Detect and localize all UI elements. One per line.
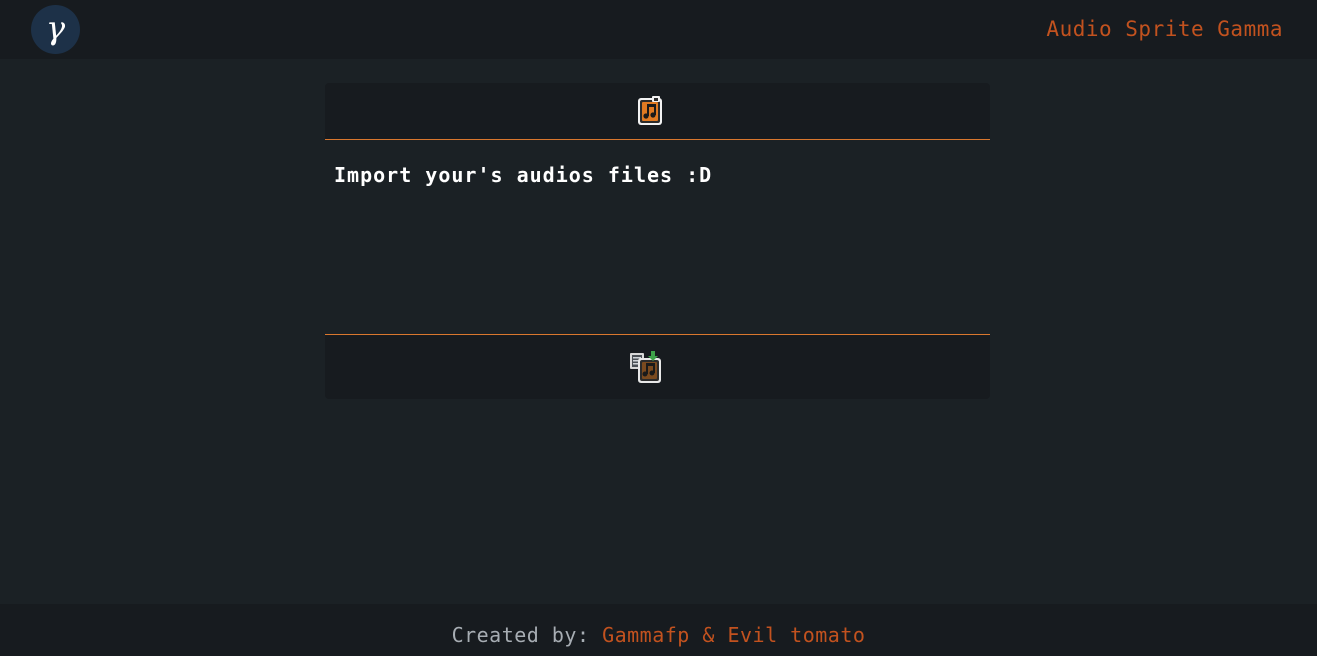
panel-header [325, 83, 990, 140]
gamma-logo[interactable]: γ [31, 5, 80, 54]
app-title: Audio Sprite Gamma [1046, 17, 1283, 41]
top-navbar: γ Audio Sprite Gamma [0, 0, 1317, 59]
audio-sprite-panel: Import your's audios files :D [325, 83, 990, 399]
footer-created-by-label: Created by: [451, 623, 590, 647]
footer-credits: Created by: Gammafp & Evil tomato [0, 622, 1317, 648]
svg-text:γ: γ [46, 9, 66, 47]
import-instructions: Import your's audios files :D [334, 163, 713, 187]
gamma-logo-icon: γ [46, 9, 66, 47]
panel-footer [325, 334, 990, 399]
music-file-export-icon [630, 351, 661, 383]
export-sprite-button[interactable] [629, 350, 663, 384]
music-file-import-icon [638, 96, 662, 125]
page-footer: Created by: Gammafp & Evil tomato [0, 604, 1317, 656]
panel-drop-area[interactable]: Import your's audios files :D [325, 140, 990, 334]
footer-authors-link[interactable]: Gammafp & Evil tomato [602, 623, 865, 647]
import-audio-button[interactable] [635, 95, 665, 127]
